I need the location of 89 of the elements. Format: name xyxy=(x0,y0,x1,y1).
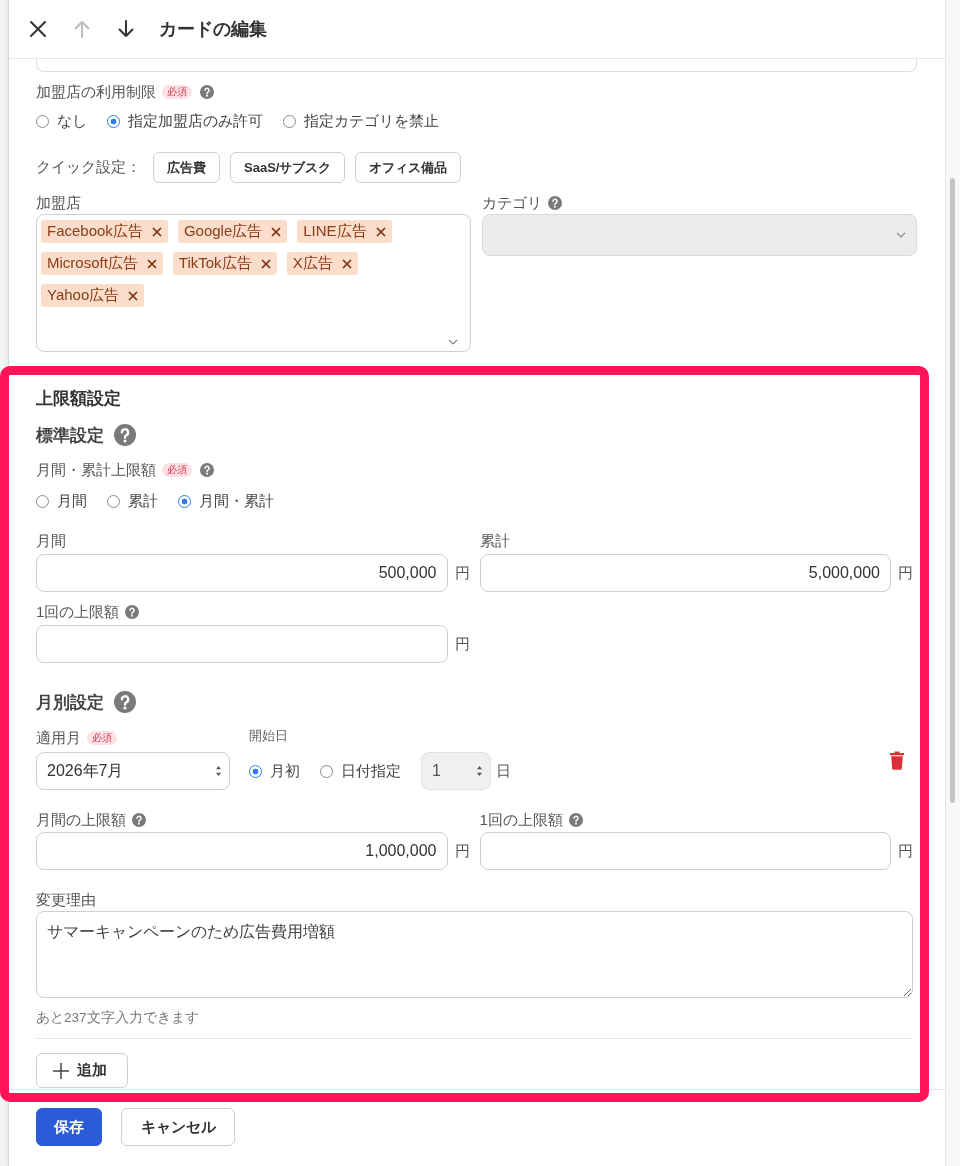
unit-label: 円 xyxy=(898,563,913,583)
field-label: 月間の上限額 xyxy=(36,810,126,830)
required-badge: 必須 xyxy=(87,731,117,745)
radio-label[interactable]: 指定加盟店のみ許可 xyxy=(128,111,263,131)
up-down-caret-icon xyxy=(477,766,482,776)
unit-label: 円 xyxy=(454,841,470,861)
tag-label: Google広告 xyxy=(183,222,263,241)
merchant-select[interactable]: Facebook広告 Google広告 LINE広告 Microsoft広告 TikTok広告 X広告 Yahoo広告 xyxy=(36,214,471,352)
amount-input[interactable] xyxy=(479,832,891,870)
radio-label[interactable]: 月初 xyxy=(270,761,300,781)
required-badge: 必須 xyxy=(162,85,192,99)
help-icon[interactable] xyxy=(200,85,214,99)
month-select[interactable]: 2026年7月 xyxy=(36,752,230,790)
amount-input[interactable]: 1,000,000 xyxy=(36,832,448,870)
field-label: 変更理由 xyxy=(36,890,96,910)
arrow-down-icon[interactable] xyxy=(117,20,135,38)
unit-label: 円 xyxy=(454,634,470,654)
unit-label: 日 xyxy=(496,761,511,781)
character-counter: あと237文字入力できます xyxy=(36,1010,200,1026)
radio-button[interactable] xyxy=(178,494,191,508)
tag-label: LINE広告 xyxy=(303,222,367,241)
field-label: 月間 xyxy=(36,531,66,551)
field-label: 累計 xyxy=(479,531,510,551)
amount-input[interactable]: 5,000,000 xyxy=(479,554,891,592)
radio-button[interactable] xyxy=(283,114,296,128)
tag-label: Yahoo広告 xyxy=(47,286,120,305)
chevron-down-icon xyxy=(448,339,458,345)
subsection-heading: 月別設定 xyxy=(36,691,104,714)
cancel-button[interactable]: キャンセル xyxy=(121,1108,235,1146)
chevron-down-icon xyxy=(896,232,906,238)
help-icon[interactable] xyxy=(548,196,562,210)
subsection-heading: 標準設定 xyxy=(36,424,104,447)
radio-label[interactable]: 月間 xyxy=(57,491,87,511)
input-field[interactable] xyxy=(36,59,917,72)
radio-button[interactable] xyxy=(107,494,120,508)
field-label: 適用月 xyxy=(36,728,81,748)
panel-title: カードの編集 xyxy=(159,18,267,41)
trash-icon[interactable] xyxy=(889,750,905,770)
close-icon[interactable] xyxy=(128,290,139,301)
amount-input[interactable] xyxy=(36,625,448,663)
close-icon[interactable] xyxy=(151,226,162,237)
quick-setting-button[interactable]: 広告費 xyxy=(153,152,220,183)
help-icon[interactable] xyxy=(132,813,146,827)
tag-label: X広告 xyxy=(292,254,333,273)
field-label: 開始日 xyxy=(249,728,289,744)
plus-icon xyxy=(53,1062,69,1079)
tag-label: Facebook広告 xyxy=(47,222,143,241)
quick-setting-button[interactable]: オフィス備品 xyxy=(355,152,462,183)
field-label: 1回の上限額 xyxy=(36,602,120,622)
amount-input[interactable]: 500,000 xyxy=(36,554,448,592)
close-icon[interactable] xyxy=(29,20,47,38)
unit-label: 円 xyxy=(898,841,913,861)
tag-label: TikTok広告 xyxy=(178,254,252,273)
tag-label: Microsoft広告 xyxy=(47,254,138,273)
quick-setting-button[interactable]: SaaS/サブスク xyxy=(230,152,346,183)
save-button[interactable]: 保存 xyxy=(36,1108,102,1146)
radio-button[interactable] xyxy=(36,494,49,508)
field-label: 加盟店の利用制限 xyxy=(36,82,156,102)
field-label: 加盟店 xyxy=(36,193,81,213)
close-icon[interactable] xyxy=(146,258,157,269)
radio-label[interactable]: 指定カテゴリを禁止 xyxy=(304,111,439,131)
help-icon[interactable] xyxy=(200,463,214,477)
scrollbar-thumb[interactable] xyxy=(950,178,955,803)
radio-button[interactable] xyxy=(107,114,120,128)
radio-label[interactable]: 月間・累計 xyxy=(199,491,274,511)
radio-label[interactable]: 累計 xyxy=(128,491,158,511)
radio-button[interactable] xyxy=(36,114,49,128)
field-label: カテゴリ xyxy=(482,193,542,213)
close-icon[interactable] xyxy=(271,226,282,237)
unit-label: 円 xyxy=(454,563,470,583)
add-button[interactable]: 追加 xyxy=(36,1053,128,1088)
reason-textarea[interactable]: サマーキャンペーンのため広告費用増額 xyxy=(36,911,913,998)
close-icon[interactable] xyxy=(260,258,271,269)
quick-settings-label: クイック設定： xyxy=(36,158,141,177)
required-badge: 必須 xyxy=(162,463,192,477)
help-icon[interactable] xyxy=(125,605,140,619)
help-icon[interactable] xyxy=(114,424,136,446)
radio-label[interactable]: 日付指定 xyxy=(341,761,401,781)
radio-label[interactable]: なし xyxy=(57,111,87,131)
radio-button[interactable] xyxy=(249,764,262,778)
up-down-caret-icon xyxy=(216,766,221,776)
radio-button[interactable] xyxy=(320,764,333,778)
close-icon[interactable] xyxy=(375,226,386,237)
help-icon[interactable] xyxy=(114,691,136,713)
help-icon[interactable] xyxy=(568,813,583,827)
close-icon[interactable] xyxy=(341,258,352,269)
field-label: 1回の上限額 xyxy=(479,810,563,830)
section-heading: 上限額設定 xyxy=(36,389,122,409)
field-label: 月間・累計上限額 xyxy=(36,460,156,480)
